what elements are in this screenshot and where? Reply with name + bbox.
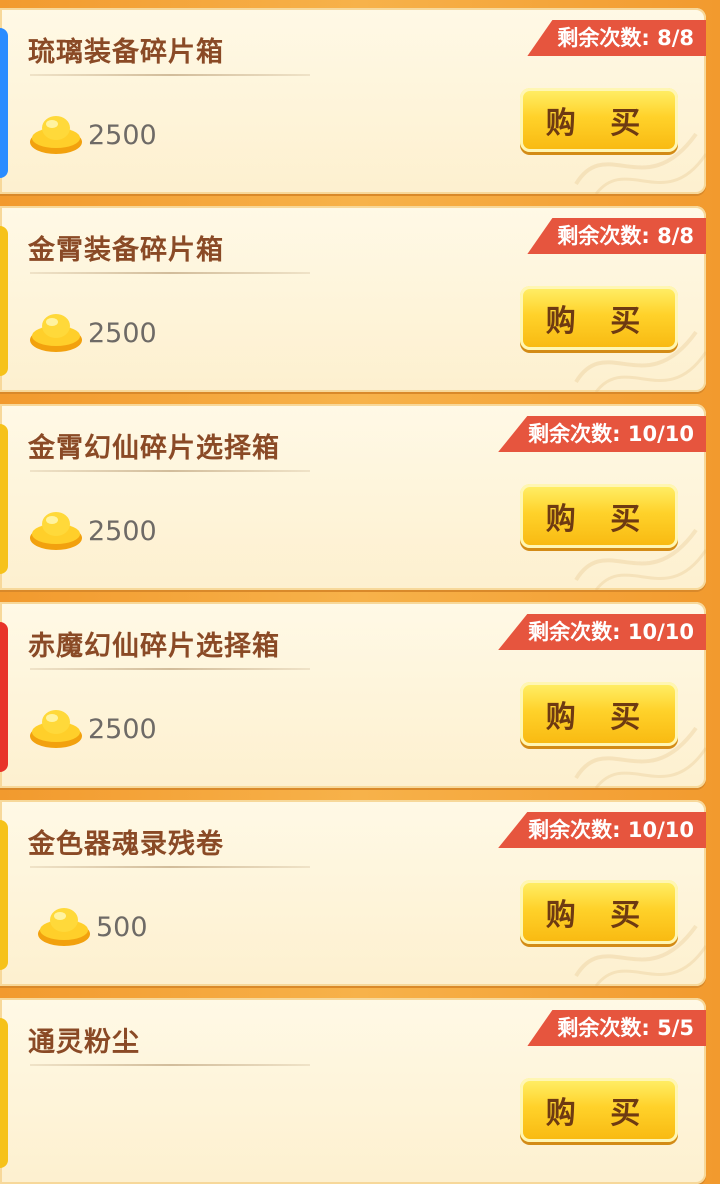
shop-item-card: 金霄幻仙碎片选择箱 2500 剩余次数: 10/10 购 买 bbox=[0, 404, 706, 590]
divider bbox=[30, 866, 310, 868]
remaining-count-badge: 剩余次数: 8/8 bbox=[527, 218, 706, 254]
remaining-count-badge: 剩余次数: 8/8 bbox=[527, 20, 706, 56]
decor-cloud-pattern bbox=[574, 330, 706, 392]
remaining-count-badge: 剩余次数: 5/5 bbox=[527, 1010, 706, 1046]
gold-ingot-icon bbox=[30, 116, 82, 154]
remaining-count-badge: 剩余次数: 10/10 bbox=[498, 812, 706, 848]
decor-cloud-pattern bbox=[574, 528, 706, 590]
item-name: 通灵粉尘 bbox=[28, 1027, 140, 1058]
item-price: 2500 bbox=[88, 120, 157, 151]
shop-item-list: 琉璃装备碎片箱 2500 剩余次数: 8/8 购 买 金霄装备碎片箱 2500 … bbox=[0, 0, 720, 1184]
gold-ingot-icon bbox=[30, 710, 82, 748]
item-thumbnail bbox=[0, 28, 8, 178]
remaining-count-badge: 剩余次数: 10/10 bbox=[498, 416, 706, 452]
item-price: 2500 bbox=[88, 714, 157, 745]
item-name: 金霄装备碎片箱 bbox=[28, 235, 224, 266]
shop-item-card: 赤魔幻仙碎片选择箱 2500 剩余次数: 10/10 购 买 bbox=[0, 602, 706, 788]
shop-item-card: 通灵粉尘 剩余次数: 5/5 购 买 bbox=[0, 998, 706, 1184]
shop-item-card: 金色器魂录残卷 500 剩余次数: 10/10 购 买 bbox=[0, 800, 706, 986]
item-thumbnail bbox=[0, 424, 8, 574]
decor-cloud-pattern bbox=[574, 726, 706, 788]
shop-item-card: 金霄装备碎片箱 2500 剩余次数: 8/8 购 买 bbox=[0, 206, 706, 392]
divider bbox=[30, 1064, 310, 1066]
gold-ingot-icon bbox=[38, 908, 90, 946]
gold-ingot-icon bbox=[30, 512, 82, 550]
gold-ingot-icon bbox=[30, 314, 82, 352]
decor-cloud-pattern bbox=[574, 924, 706, 986]
item-name: 琉璃装备碎片箱 bbox=[28, 37, 224, 68]
decor-cloud-pattern bbox=[574, 132, 706, 194]
item-name: 赤魔幻仙碎片选择箱 bbox=[28, 631, 280, 662]
item-price: 2500 bbox=[88, 516, 157, 547]
buy-button[interactable]: 购 买 bbox=[520, 1078, 678, 1142]
item-thumbnail bbox=[0, 820, 8, 970]
shop-item-card: 琉璃装备碎片箱 2500 剩余次数: 8/8 购 买 bbox=[0, 8, 706, 194]
divider bbox=[30, 668, 310, 670]
divider bbox=[30, 272, 310, 274]
item-thumbnail bbox=[0, 1018, 8, 1168]
item-thumbnail bbox=[0, 226, 8, 376]
remaining-count-badge: 剩余次数: 10/10 bbox=[498, 614, 706, 650]
item-name: 金色器魂录残卷 bbox=[28, 829, 224, 860]
item-price: 2500 bbox=[88, 318, 157, 349]
item-thumbnail bbox=[0, 622, 8, 772]
item-price: 500 bbox=[96, 912, 148, 943]
divider bbox=[30, 470, 310, 472]
item-name: 金霄幻仙碎片选择箱 bbox=[28, 433, 280, 464]
divider bbox=[30, 74, 310, 76]
